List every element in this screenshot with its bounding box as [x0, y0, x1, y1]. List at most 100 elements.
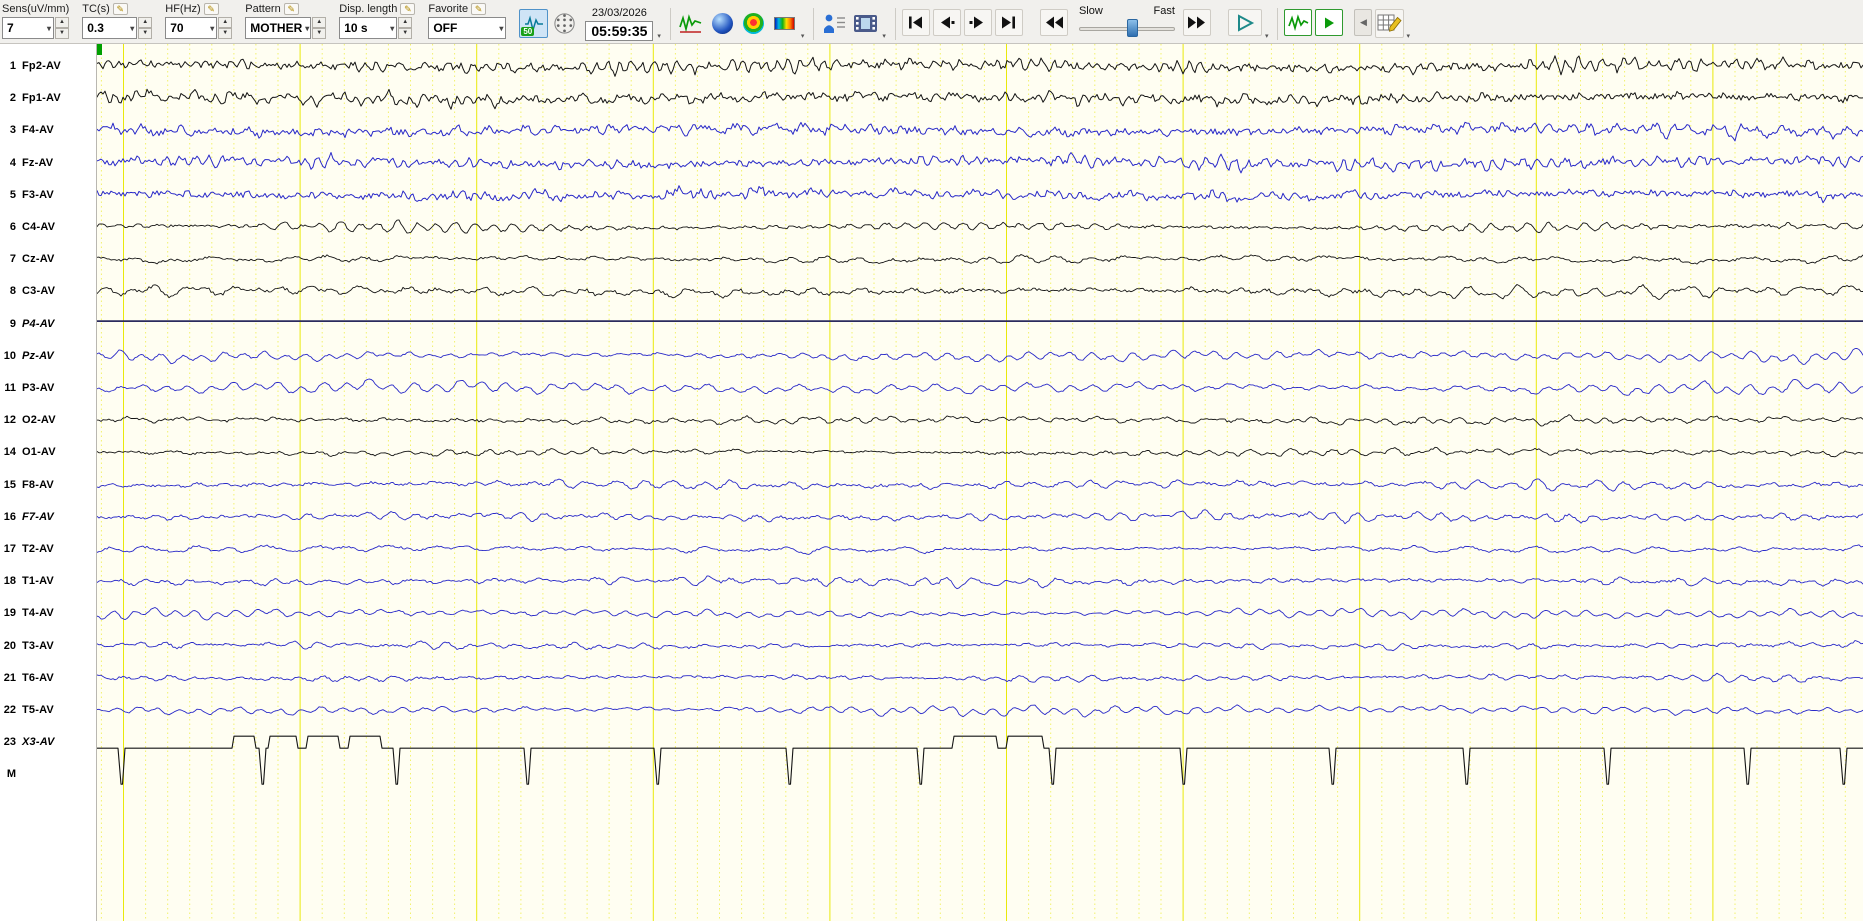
play-button[interactable] [1227, 9, 1262, 36]
channel-label: T4-AV [22, 607, 54, 620]
step-forward-button[interactable] [963, 9, 992, 36]
channel-row-O1-AV[interactable]: 14 O1-AV [0, 444, 97, 460]
sens-label: Sens(uV/mm) [2, 2, 70, 15]
fast-rewind-button[interactable] [1039, 9, 1068, 36]
hf-select[interactable]: 70 ▾ [165, 17, 218, 39]
favorite-select[interactable]: OFF ▾ [428, 17, 507, 39]
skip-to-end-button[interactable] [994, 9, 1023, 36]
montage-edit-icon [1377, 14, 1403, 32]
tc-spin-up[interactable]: ▲ [138, 17, 153, 28]
toolbar-separator [813, 8, 815, 40]
channel-row-Fp2-AV[interactable]: 1 Fp2-AV [0, 58, 97, 74]
channel-row-M[interactable]: M [0, 766, 97, 782]
eeg-trace-Pz-AV [97, 348, 1863, 365]
channel-label: Fp1-AV [22, 92, 61, 105]
chevron-down-icon: ▾ [46, 23, 51, 33]
channel-row-C3-AV[interactable]: 8 C3-AV [0, 283, 97, 299]
channel-row-P4-AV[interactable]: 9 P4-AV [0, 316, 97, 332]
fast-rewind-icon [1045, 16, 1063, 29]
channel-row-T6-AV[interactable]: 21 T6-AV [0, 670, 97, 686]
sens-select[interactable]: 7 ▾ [2, 17, 54, 39]
hf-edit-pencil-icon[interactable]: ✎ [203, 2, 219, 15]
montage-overflow-arrow-icon[interactable]: ▾ [1406, 32, 1410, 40]
toolbar-group-tc: TC(s) ✎ 0.3 ▾ ▲ ▼ [82, 2, 153, 39]
head-map-button[interactable] [708, 9, 737, 38]
disp-edit-pencil-icon[interactable]: ✎ [400, 2, 416, 15]
channel-label: O1-AV [22, 446, 56, 459]
topography-map-button[interactable] [739, 9, 768, 38]
channel-row-Fz-AV[interactable]: 4 Fz-AV [0, 155, 97, 171]
montage-edit-button[interactable] [1375, 9, 1405, 38]
channel-row-T4-AV[interactable]: 19 T4-AV [0, 605, 97, 621]
notch-filter-button[interactable]: 50 [519, 9, 549, 38]
speed-slider[interactable] [1078, 18, 1175, 38]
channel-row-P3-AV[interactable]: 11 P3-AV [0, 380, 97, 396]
event-channel-trace [97, 735, 1863, 785]
channel-row-F4-AV[interactable]: 3 F4-AV [0, 122, 97, 138]
channel-label-column: 1 Fp2-AV 2 Fp1-AV 3 F4-AV 4 Fz-AV 5 F3-AV 6 C4-AV 7 C… [0, 44, 97, 921]
electrode-map-button[interactable] [550, 9, 579, 38]
eeg-trace-C3-AV [97, 284, 1863, 301]
toolbar-group-sens: Sens(uV/mm) 7 ▾ ▲ ▼ [2, 2, 69, 39]
step-forward-icon [969, 16, 984, 29]
video-button[interactable] [851, 9, 880, 38]
auto-trace-button[interactable] [1284, 9, 1313, 36]
sens-spin-up[interactable]: ▲ [55, 17, 69, 28]
eeg-trace-Fp1-AV [97, 88, 1863, 110]
channel-row-F3-AV[interactable]: 5 F3-AV [0, 187, 97, 203]
patient-info-button[interactable] [820, 9, 849, 38]
colormap-button[interactable] [770, 9, 799, 38]
channel-row-C4-AV[interactable]: 6 C4-AV [0, 219, 97, 235]
collapse-panel-button[interactable]: ◀ [1354, 9, 1373, 36]
pattern-select[interactable]: MOTHER ▾ [245, 17, 312, 39]
green-wave-icon [1288, 13, 1309, 31]
tc-select[interactable]: 0.3 ▾ [82, 17, 138, 39]
tc-spin-down[interactable]: ▼ [138, 28, 153, 39]
pattern-spin-down[interactable]: ▼ [312, 28, 327, 39]
video-overflow-arrow-icon[interactable]: ▾ [882, 32, 886, 40]
speed-slider-handle[interactable] [1126, 19, 1138, 37]
channel-row-F8-AV[interactable]: 15 F8-AV [0, 477, 97, 493]
hf-spinner: ▲ ▼ [218, 17, 233, 39]
channel-row-T5-AV[interactable]: 22 T5-AV [0, 702, 97, 718]
favorite-value: OFF [433, 21, 458, 35]
channel-label: Pz-AV [22, 349, 54, 362]
eeg-trace-area[interactable] [97, 44, 1863, 921]
channel-row-X3-AV[interactable]: 23 X3-AV [0, 734, 97, 750]
hf-spin-up[interactable]: ▲ [218, 17, 233, 28]
trace-view-button[interactable] [677, 9, 706, 38]
channel-row-T3-AV[interactable]: 20 T3-AV [0, 638, 97, 654]
channel-row-T2-AV[interactable]: 17 T2-AV [0, 541, 97, 557]
skip-to-end-icon [1002, 16, 1016, 29]
skip-to-start-button[interactable] [901, 9, 930, 36]
disp-spin-down[interactable]: ▼ [398, 28, 413, 39]
channel-row-T1-AV[interactable]: 18 T1-AV [0, 573, 97, 589]
channel-label: P4-AV [22, 317, 55, 330]
eeg-trace-T2-AV [97, 544, 1863, 555]
step-back-button[interactable] [932, 9, 961, 36]
favorite-edit-pencil-icon[interactable]: ✎ [471, 2, 487, 15]
disp-spin-up[interactable]: ▲ [398, 17, 413, 28]
channel-row-O2-AV[interactable]: 12 O2-AV [0, 412, 97, 428]
channel-label: F7-AV [22, 510, 54, 523]
channel-row-Fp1-AV[interactable]: 2 Fp1-AV [0, 90, 97, 106]
tc-edit-pencil-icon[interactable]: ✎ [112, 2, 128, 15]
toolbar-separator [669, 8, 671, 40]
fast-forward-button[interactable] [1182, 9, 1211, 36]
map-overflow-arrow-icon[interactable]: ▾ [801, 32, 805, 40]
channel-row-Pz-AV[interactable]: 10 Pz-AV [0, 348, 97, 364]
datetime-overflow-arrow-icon[interactable]: ▾ [657, 32, 661, 40]
disp-select[interactable]: 10 s ▾ [339, 17, 398, 39]
sens-spin-down[interactable]: ▼ [55, 28, 69, 39]
eeg-traces-canvas[interactable] [97, 44, 1863, 921]
trace-start-marker [97, 44, 102, 55]
hf-spin-down[interactable]: ▼ [218, 28, 233, 39]
channel-row-F7-AV[interactable]: 16 F7-AV [0, 509, 97, 525]
play-overflow-arrow-icon[interactable]: ▾ [1265, 32, 1269, 40]
channel-number: 9 [9, 317, 16, 330]
channel-row-Cz-AV[interactable]: 7 Cz-AV [0, 251, 97, 267]
pattern-edit-pencil-icon[interactable]: ✎ [283, 2, 299, 15]
auto-play-button[interactable] [1315, 9, 1344, 36]
fast-forward-icon [1187, 16, 1205, 29]
pattern-spin-up[interactable]: ▲ [312, 17, 327, 28]
